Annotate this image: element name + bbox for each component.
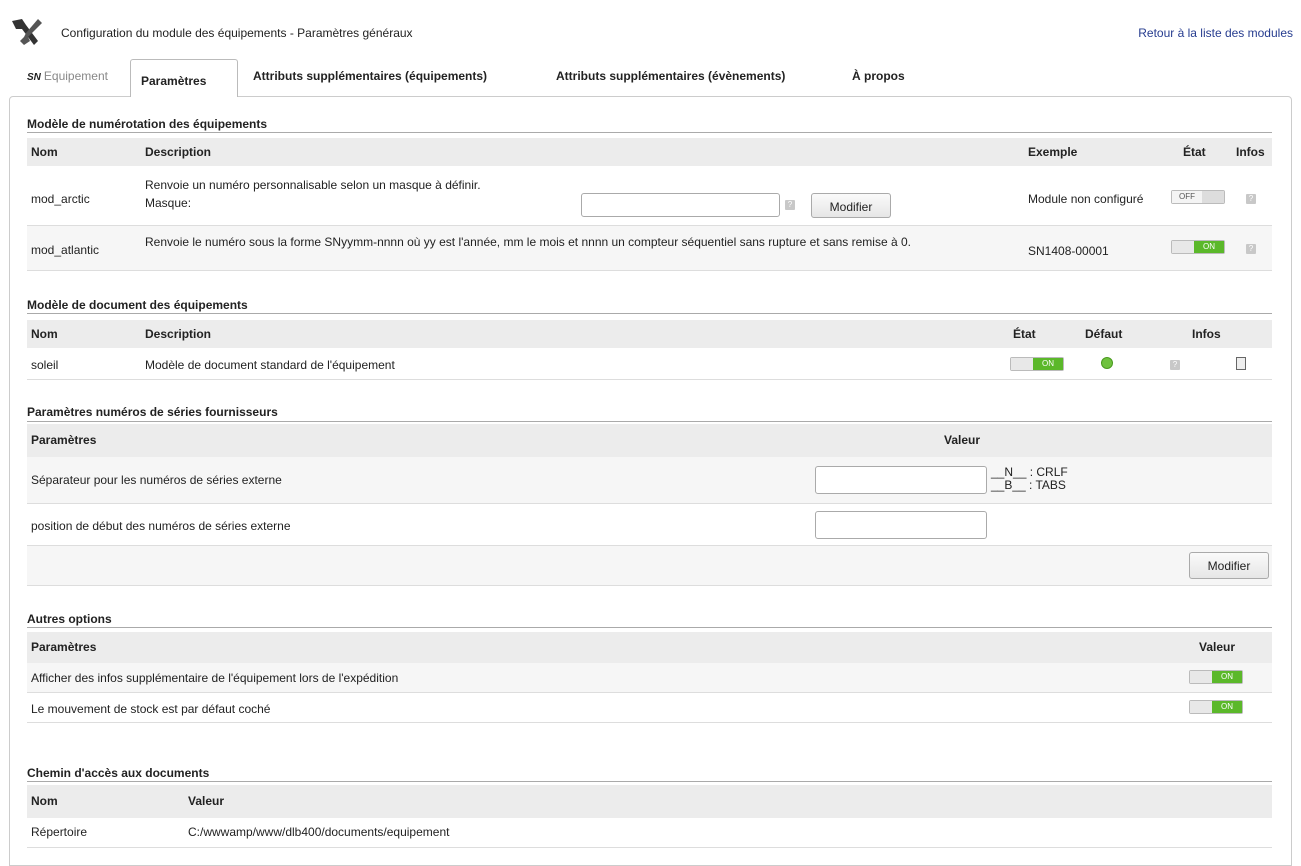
- table-row: Séparateur pour les numéros de séries ex…: [27, 457, 1272, 504]
- toggle-label: OFF: [1172, 191, 1203, 203]
- table-row: Afficher des infos supplémentaire de l'é…: [27, 663, 1272, 693]
- info-icon[interactable]: ?: [1246, 194, 1256, 204]
- other-table-header: Paramètres Valeur: [27, 632, 1272, 663]
- tab-label: Paramètres: [141, 74, 207, 88]
- tab-label: Equipement: [43, 69, 108, 83]
- tab-label: À propos: [852, 69, 905, 83]
- toggle-knob: [1172, 241, 1194, 253]
- serials-table-header: Paramètres Valeur: [27, 424, 1272, 457]
- help-icon[interactable]: ?: [785, 200, 795, 210]
- table-row: soleil Modèle de document standard de l'…: [27, 349, 1272, 380]
- row-description: Renvoie le numéro sous la forme SNyymm-n…: [145, 235, 911, 249]
- col-nom: Nom: [31, 145, 58, 159]
- row-name: mod_arctic: [31, 192, 90, 206]
- col-parametres: Paramètres: [31, 640, 97, 654]
- mask-label: Masque:: [145, 196, 192, 210]
- tab-a-propos[interactable]: À propos: [852, 69, 905, 96]
- section-divider: [27, 313, 1272, 314]
- sn-logo-icon: SN: [27, 72, 41, 83]
- toggle-label: ON: [1212, 701, 1242, 713]
- documents-table-header: Nom Description État Défaut Infos: [27, 320, 1272, 348]
- row-label: Le mouvement de stock est par défaut coc…: [31, 702, 271, 716]
- other-section-title: Autres options: [27, 612, 112, 626]
- col-nom: Nom: [31, 794, 58, 808]
- toggle-switch[interactable]: ON: [1171, 240, 1225, 254]
- row-description: Renvoie un numéro personnalisable selon …: [145, 178, 481, 192]
- default-check-icon[interactable]: [1101, 357, 1113, 369]
- col-defaut: Défaut: [1085, 327, 1123, 341]
- start-position-input[interactable]: [815, 511, 987, 539]
- row-description: Modèle de document standard de l'équipem…: [145, 358, 395, 372]
- row-value: C:/wwwamp/www/dlb400/documents/equipemen…: [188, 825, 450, 839]
- info-icon[interactable]: ?: [1170, 360, 1180, 370]
- toggle-switch[interactable]: ON: [1010, 357, 1064, 371]
- row-name: soleil: [31, 358, 59, 372]
- col-exemple: Exemple: [1028, 145, 1078, 159]
- row-label: Séparateur pour les numéros de séries ex…: [31, 473, 282, 487]
- legend-tabs: __B__ : TABS: [991, 478, 1066, 492]
- col-valeur: Valeur: [1199, 640, 1236, 654]
- tab-equipement[interactable]: SN Equipement: [27, 69, 108, 96]
- row-example: Module non configuré: [1028, 192, 1144, 206]
- col-valeur: Valeur: [188, 794, 225, 808]
- col-etat: État: [1183, 145, 1206, 159]
- table-row: position de début des numéros de séries …: [27, 504, 1272, 546]
- document-preview-icon[interactable]: [1236, 357, 1246, 370]
- section-divider: [27, 132, 1272, 133]
- info-icon[interactable]: ?: [1246, 244, 1256, 254]
- toggle-label: ON: [1033, 358, 1063, 370]
- row-label: position de début des numéros de séries …: [31, 519, 291, 533]
- toggle-knob: [1202, 191, 1224, 203]
- mask-input[interactable]: [581, 193, 780, 217]
- table-row: mod_atlantic Renvoie le numéro sous la f…: [27, 226, 1272, 271]
- col-valeur: Valeur: [944, 433, 981, 447]
- tools-icon: [12, 19, 42, 45]
- col-parametres: Paramètres: [31, 433, 97, 447]
- tab-parametres[interactable]: Paramètres: [130, 59, 238, 97]
- modify-serials-button[interactable]: Modifier: [1189, 552, 1269, 579]
- tab-label: Attributs supplémentaires (évènements): [556, 69, 786, 83]
- modify-mask-button[interactable]: Modifier: [811, 193, 891, 218]
- separator-legend: __N__ : CRLF __B__ : TABS: [991, 466, 1068, 492]
- col-description: Description: [145, 145, 212, 159]
- paths-section-title: Chemin d'accès aux documents: [27, 766, 210, 780]
- toggle-knob: [1190, 671, 1212, 683]
- toggle-label: ON: [1212, 671, 1242, 683]
- section-divider: [27, 627, 1272, 628]
- toggle-switch[interactable]: ON: [1189, 700, 1243, 714]
- toggle-knob: [1190, 701, 1212, 713]
- tab-label: Attributs supplémentaires (équipements): [253, 69, 488, 83]
- paths-table-header: Nom Valeur: [27, 785, 1272, 818]
- toggle-label: ON: [1194, 241, 1224, 253]
- table-row: Le mouvement de stock est par défaut coc…: [27, 693, 1272, 723]
- page-header: Configuration du module des équipements …: [8, 15, 1293, 51]
- page-title: Configuration du module des équipements …: [61, 26, 413, 40]
- table-row: Modifier: [27, 546, 1272, 586]
- section-divider: [27, 421, 1272, 422]
- table-row: mod_arctic Renvoie un numéro personnalis…: [27, 166, 1272, 226]
- row-name: mod_atlantic: [31, 243, 100, 257]
- row-label: Afficher des infos supplémentaire de l'é…: [31, 671, 399, 685]
- tab-attributs-evenements[interactable]: Attributs supplémentaires (évènements): [556, 69, 785, 96]
- section-divider: [27, 781, 1272, 782]
- row-example: SN1408-00001: [1028, 244, 1109, 258]
- separator-input[interactable]: [815, 466, 987, 494]
- toggle-switch[interactable]: ON: [1189, 670, 1243, 684]
- col-etat: État: [1013, 327, 1036, 341]
- col-description: Description: [145, 327, 212, 341]
- numbering-table-header: Nom Description Exemple État Infos: [27, 138, 1272, 166]
- numbering-section-title: Modèle de numérotation des équipements: [27, 117, 268, 131]
- toggle-knob: [1011, 358, 1033, 370]
- documents-section-title: Modèle de document des équipements: [27, 298, 248, 312]
- table-row: Répertoire C:/wwwamp/www/dlb400/document…: [27, 818, 1272, 848]
- toggle-switch[interactable]: OFF: [1171, 190, 1225, 204]
- row-name: Répertoire: [31, 825, 88, 839]
- col-infos: Infos: [1236, 145, 1265, 159]
- back-to-modules-link[interactable]: Retour à la liste des modules: [1138, 26, 1293, 40]
- serials-section-title: Paramètres numéros de séries fournisseur…: [27, 405, 278, 419]
- col-nom: Nom: [31, 327, 58, 341]
- tab-attributs-equipements[interactable]: Attributs supplémentaires (équipements): [253, 69, 487, 96]
- col-infos: Infos: [1192, 327, 1221, 341]
